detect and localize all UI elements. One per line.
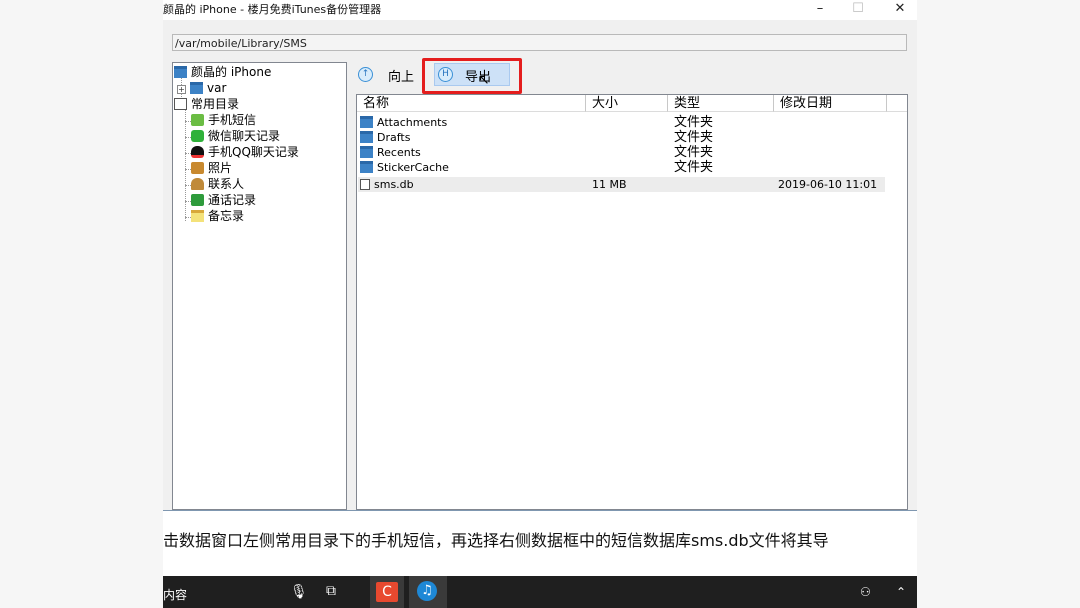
column-header-size[interactable]: 大小 xyxy=(586,95,668,112)
tree-item-var-label: var xyxy=(207,81,227,95)
title-bar: 颜晶的 iPhone - 楼月免费iTunes备份管理器 – ☐ ✕ xyxy=(163,0,917,18)
type-cell: 文件夹 xyxy=(674,145,714,160)
name-cell: Drafts xyxy=(360,130,410,145)
tree-item-wechat[interactable]: 微信聊天记录 xyxy=(191,129,280,144)
wechat-icon xyxy=(191,130,204,142)
name-cell: Attachments xyxy=(360,115,447,130)
tree-item-common[interactable]: 常用目录 xyxy=(174,97,239,112)
camtasia-icon: C xyxy=(376,582,398,602)
tree-item-contacts[interactable]: 联系人 xyxy=(191,177,244,192)
contacts-icon xyxy=(191,178,204,190)
notes-icon xyxy=(191,210,204,222)
column-header-date[interactable]: 修改日期 xyxy=(774,95,887,112)
up-button[interactable]: 向上 xyxy=(388,66,414,85)
folder-icon xyxy=(190,82,203,94)
type-cell: 文件夹 xyxy=(674,160,714,175)
date-cell: 2019-06-10 11:01 xyxy=(778,178,878,191)
tree-root[interactable]: 颜晶的 iPhone xyxy=(174,65,271,80)
tree-item-notes[interactable]: 备忘录 xyxy=(191,209,244,224)
maximize-icon[interactable]: ☐ xyxy=(841,0,875,18)
sms-icon xyxy=(191,114,204,126)
folder-icon xyxy=(360,161,373,173)
tree-item-label: 照片 xyxy=(208,161,233,175)
taskbar-app-itunes[interactable]: ♫ xyxy=(409,576,447,608)
tree-item-label: 备忘录 xyxy=(208,209,245,223)
column-header-name[interactable]: 名称 xyxy=(357,95,586,112)
folder-icon xyxy=(360,131,373,143)
name-text: sms.db xyxy=(374,178,414,191)
folder-icon xyxy=(360,146,373,158)
name-text: StickerCache xyxy=(377,161,449,174)
qq-icon xyxy=(191,146,204,158)
tree-item-label: 手机QQ聊天记录 xyxy=(208,145,299,159)
close-icon[interactable]: ✕ xyxy=(883,0,917,18)
type-cell: 文件夹 xyxy=(674,115,714,130)
file-icon xyxy=(360,179,370,190)
folder-icon xyxy=(360,116,373,128)
tree-item-var[interactable]: var xyxy=(190,81,226,96)
video-caption: 击数据窗口左侧常用目录下的手机短信，再选择右侧数据框中的短信数据库sms.db文… xyxy=(163,510,917,563)
name-text: Drafts xyxy=(377,131,411,144)
name-cell: Recents xyxy=(360,145,421,160)
microphone-icon[interactable]: 🎙 xyxy=(290,584,308,600)
tree-item-label: 微信聊天记录 xyxy=(208,129,281,143)
phone-folder-icon xyxy=(174,66,187,78)
window-title: 颜晶的 iPhone - 楼月免费iTunes备份管理器 xyxy=(163,3,382,16)
tree-item-calls[interactable]: 通话记录 xyxy=(191,193,256,208)
type-cell: 文件夹 xyxy=(674,130,714,145)
path-field[interactable]: /var/mobile/Library/SMS xyxy=(172,34,907,51)
tree-item-common-label: 常用目录 xyxy=(191,97,240,111)
photo-icon xyxy=(191,162,204,174)
name-text: Recents xyxy=(377,146,421,159)
tree-item-sms[interactable]: 手机短信 xyxy=(191,113,256,128)
people-icon[interactable]: ⚇ xyxy=(860,585,871,599)
file-list[interactable]: 名称 大小 类型 修改日期 Attachments 文件夹 Drafts 文件夹… xyxy=(356,94,908,510)
phone-icon xyxy=(191,194,204,206)
highlight-box xyxy=(422,58,522,94)
taskbar: 内容 🎙 ⧉ C ♫ ⚇ ⌃ xyxy=(163,576,917,608)
table-row[interactable]: StickerCache 文件夹 xyxy=(358,160,885,175)
tree-item-photos[interactable]: 照片 xyxy=(191,161,232,176)
table-row[interactable]: Drafts 文件夹 xyxy=(358,130,885,145)
column-header-type[interactable]: 类型 xyxy=(668,95,774,112)
tree-item-label: 联系人 xyxy=(208,177,245,191)
name-text: Attachments xyxy=(377,116,448,129)
tree-item-qq[interactable]: 手机QQ聊天记录 xyxy=(191,145,299,160)
list-icon xyxy=(174,98,187,110)
minimize-icon[interactable]: – xyxy=(803,0,837,18)
left-letterbox xyxy=(0,0,163,608)
tree-item-label: 通话记录 xyxy=(208,193,257,207)
caption-text: 击数据窗口左侧常用目录下的手机短信，再选择右侧数据框中的短信数据库sms.db文… xyxy=(163,531,829,550)
expand-icon[interactable]: + xyxy=(177,85,186,94)
table-row[interactable]: Attachments 文件夹 xyxy=(358,115,885,130)
tree-line xyxy=(185,107,186,221)
tree-item-label: 手机短信 xyxy=(208,113,257,127)
right-letterbox xyxy=(917,0,1080,608)
task-view-icon[interactable]: ⧉ xyxy=(326,583,336,599)
chevron-up-icon[interactable]: ⌃ xyxy=(896,585,906,599)
arrow-up-icon[interactable]: ↑ xyxy=(358,67,373,82)
tree-root-label: 颜晶的 iPhone xyxy=(191,65,272,79)
table-row-selected[interactable]: sms.db 11 MB 2019-06-10 11:01 xyxy=(358,177,885,192)
directory-tree[interactable]: 颜晶的 iPhone + var 常用目录 手机短信 微信聊天记录 手机QQ聊天… xyxy=(172,62,347,510)
app-window: 颜晶的 iPhone - 楼月免费iTunes备份管理器 – ☐ ✕ /var/… xyxy=(163,0,917,608)
size-cell: 11 MB xyxy=(592,178,627,191)
column-header-filler xyxy=(887,95,907,112)
taskbar-search-text[interactable]: 内容 xyxy=(163,586,187,603)
name-cell: sms.db xyxy=(360,177,414,192)
taskbar-app-camtasia[interactable]: C xyxy=(370,576,404,608)
table-row[interactable]: Recents 文件夹 xyxy=(358,145,885,160)
client-area: /var/mobile/Library/SMS 颜晶的 iPhone + var… xyxy=(163,20,917,510)
name-cell: StickerCache xyxy=(360,160,449,175)
itunes-icon: ♫ xyxy=(417,581,437,601)
